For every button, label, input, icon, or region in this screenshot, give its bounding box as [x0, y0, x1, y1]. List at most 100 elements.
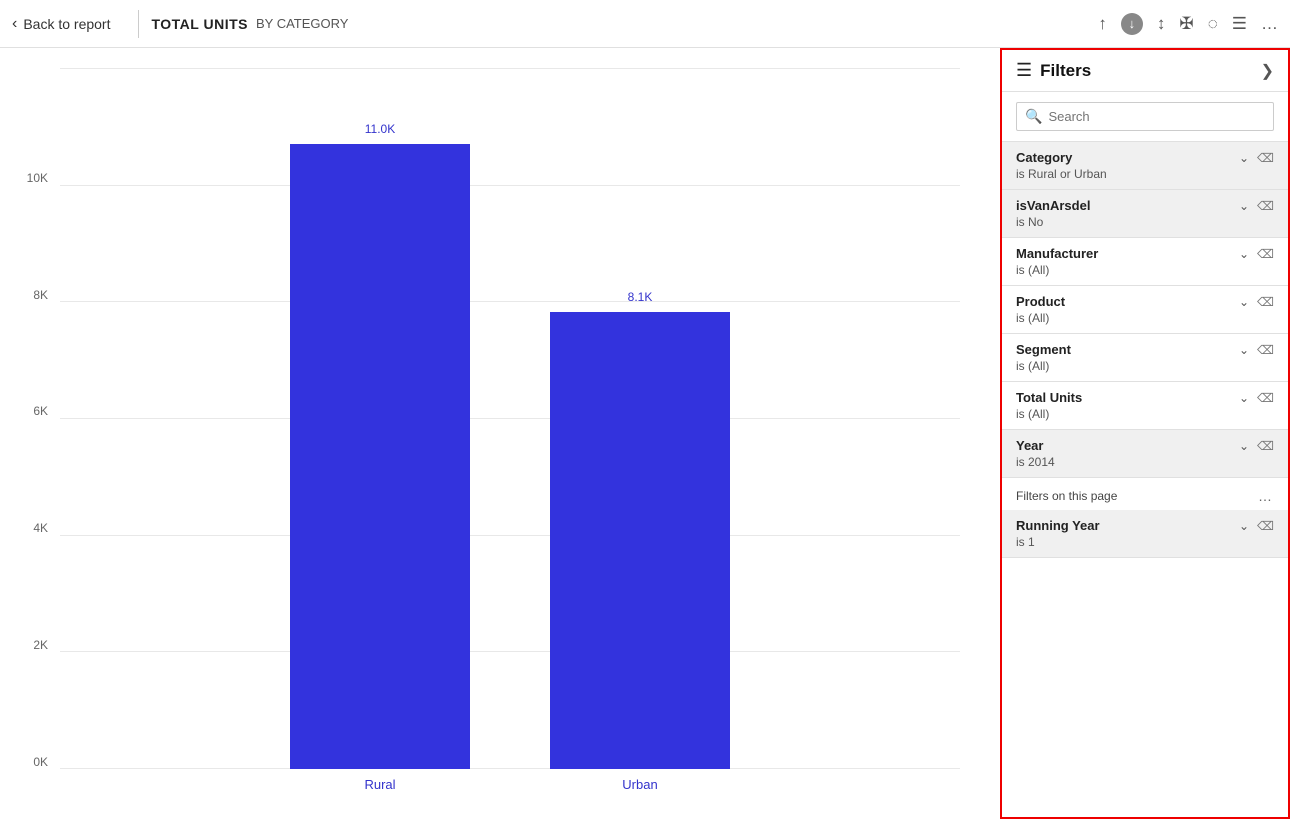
filter-category-chevron-icon[interactable]: ⌄: [1239, 151, 1249, 165]
filter-product-name: Product: [1016, 294, 1065, 309]
filter-year-actions: ⌄ ⌫: [1239, 439, 1274, 453]
filters-list: Category ⌄ ⌫ is Rural or Urban isVanArsd…: [1002, 142, 1288, 817]
sort-desc-filled-icon[interactable]: ↓: [1121, 13, 1143, 35]
filter-category-clear-icon[interactable]: ⌫: [1257, 151, 1274, 165]
filter-item-isvanarsdel[interactable]: isVanArsdel ⌄ ⌫ is No: [1002, 190, 1288, 238]
filters-on-page-section: Filters on this page …: [1002, 478, 1288, 510]
filter-product-chevron-icon[interactable]: ⌄: [1239, 295, 1249, 309]
filters-on-page-more-icon[interactable]: …: [1258, 488, 1274, 504]
page-title: TOTAL UNITS: [151, 16, 248, 32]
x-axis: Rural Urban: [60, 769, 960, 799]
filter-isvanarsdel-header: isVanArsdel ⌄ ⌫: [1016, 198, 1274, 213]
back-button[interactable]: ‹ Back to report: [12, 15, 126, 33]
main-content: 10K 8K 6K 4K 2K 0K: [0, 48, 1290, 819]
filter-product-value: is (All): [1016, 311, 1274, 325]
filter-total-units-name: Total Units: [1016, 390, 1082, 405]
x-label-rural: Rural: [290, 777, 470, 792]
filter-running-year-actions: ⌄ ⌫: [1239, 519, 1274, 533]
chart-area: 10K 8K 6K 4K 2K 0K: [0, 48, 1000, 819]
filters-title: Filters: [1040, 61, 1091, 81]
search-input[interactable]: [1048, 109, 1265, 124]
toolbar-actions: ↑ ↓ ↕ ✠ ◌ ☰ …: [1098, 13, 1278, 35]
filter-item-running-year[interactable]: Running Year ⌄ ⌫ is 1: [1002, 510, 1288, 558]
filter-category-actions: ⌄ ⌫: [1239, 151, 1274, 165]
filter-segment-name: Segment: [1016, 342, 1071, 357]
filter-manufacturer-value: is (All): [1016, 263, 1274, 277]
bars-container: 11.0K 8.1K: [60, 68, 960, 769]
page-subtitle: BY CATEGORY: [256, 16, 348, 31]
chevron-left-icon: ‹: [12, 15, 17, 33]
filter-category-name: Category: [1016, 150, 1072, 165]
filter-running-year-clear-icon[interactable]: ⌫: [1257, 519, 1274, 533]
filter-year-clear-icon[interactable]: ⌫: [1257, 439, 1274, 453]
filter-manufacturer-clear-icon[interactable]: ⌫: [1257, 247, 1274, 261]
filter-manufacturer-header: Manufacturer ⌄ ⌫: [1016, 246, 1274, 261]
filters-on-page-label: Filters on this page: [1016, 489, 1117, 503]
filter-running-year-value: is 1: [1016, 535, 1274, 549]
filter-year-value: is 2014: [1016, 455, 1274, 469]
search-icon: 🔍: [1025, 108, 1042, 125]
y-label-0k: 0K: [33, 755, 48, 769]
x-label-urban: Urban: [550, 777, 730, 792]
sort-asc-icon[interactable]: ↑: [1098, 14, 1107, 34]
filters-header: ☰ Filters ❯: [1002, 50, 1288, 92]
filter-year-header: Year ⌄ ⌫: [1016, 438, 1274, 453]
filter-isvanarsdel-actions: ⌄ ⌫: [1239, 199, 1274, 213]
filter-item-category[interactable]: Category ⌄ ⌫ is Rural or Urban: [1002, 142, 1288, 190]
filter-isvanarsdel-name: isVanArsdel: [1016, 198, 1090, 213]
filter-item-manufacturer[interactable]: Manufacturer ⌄ ⌫ is (All): [1002, 238, 1288, 286]
filter-total-units-value: is (All): [1016, 407, 1274, 421]
filter-category-header: Category ⌄ ⌫: [1016, 150, 1274, 165]
bookmark-icon[interactable]: ◌: [1208, 14, 1218, 34]
filters-search: 🔍: [1002, 92, 1288, 142]
filter-segment-actions: ⌄ ⌫: [1239, 343, 1274, 357]
bar-value-urban: 8.1K: [628, 290, 653, 304]
filter-item-year[interactable]: Year ⌄ ⌫ is 2014: [1002, 430, 1288, 478]
filter-total-units-chevron-icon[interactable]: ⌄: [1239, 391, 1249, 405]
filter-header-icon: ☰: [1016, 60, 1032, 81]
filter-year-name: Year: [1016, 438, 1043, 453]
bar-urban[interactable]: [550, 312, 730, 769]
filter-isvanarsdel-clear-icon[interactable]: ⌫: [1257, 199, 1274, 213]
filter-product-header: Product ⌄ ⌫: [1016, 294, 1274, 309]
filters-collapse-button[interactable]: ❯: [1261, 61, 1274, 81]
filter-manufacturer-name: Manufacturer: [1016, 246, 1098, 261]
filter-product-clear-icon[interactable]: ⌫: [1257, 295, 1274, 309]
filter-segment-chevron-icon[interactable]: ⌄: [1239, 343, 1249, 357]
bar-value-rural: 11.0K: [365, 122, 395, 136]
filters-search-box[interactable]: 🔍: [1016, 102, 1274, 131]
filter-segment-header: Segment ⌄ ⌫: [1016, 342, 1274, 357]
filter-running-year-name: Running Year: [1016, 518, 1100, 533]
y-label-8k: 8K: [33, 288, 48, 302]
toolbar: ‹ Back to report TOTAL UNITS BY CATEGORY…: [0, 0, 1290, 48]
filter-total-units-header: Total Units ⌄ ⌫: [1016, 390, 1274, 405]
filter-isvanarsdel-value: is No: [1016, 215, 1274, 229]
bar-rural[interactable]: [290, 144, 470, 769]
filter-running-year-header: Running Year ⌄ ⌫: [1016, 518, 1274, 533]
filter-segment-clear-icon[interactable]: ⌫: [1257, 343, 1274, 357]
back-label: Back to report: [23, 16, 110, 32]
filter-total-units-clear-icon[interactable]: ⌫: [1257, 391, 1274, 405]
more-options-icon[interactable]: …: [1261, 14, 1278, 34]
filter-list-icon[interactable]: ☰: [1232, 14, 1247, 34]
filter-total-units-actions: ⌄ ⌫: [1239, 391, 1274, 405]
filter-item-segment[interactable]: Segment ⌄ ⌫ is (All): [1002, 334, 1288, 382]
chart-wrapper: 10K 8K 6K 4K 2K 0K: [20, 68, 960, 799]
filter-isvanarsdel-chevron-icon[interactable]: ⌄: [1239, 199, 1249, 213]
filter-year-chevron-icon[interactable]: ⌄: [1239, 439, 1249, 453]
chart-plot: 11.0K 8.1K Rural Urban: [60, 68, 960, 799]
split-icon[interactable]: ✠: [1179, 14, 1193, 34]
filter-item-product[interactable]: Product ⌄ ⌫ is (All): [1002, 286, 1288, 334]
bar-group-urban: 8.1K: [550, 68, 730, 769]
bar-group-rural: 11.0K: [290, 68, 470, 769]
filter-running-year-chevron-icon[interactable]: ⌄: [1239, 519, 1249, 533]
filter-item-total-units[interactable]: Total Units ⌄ ⌫ is (All): [1002, 382, 1288, 430]
filter-product-actions: ⌄ ⌫: [1239, 295, 1274, 309]
y-label-2k: 2K: [33, 638, 48, 652]
filters-panel: ☰ Filters ❯ 🔍 Category ⌄ ⌫: [1000, 48, 1290, 819]
y-axis: 10K 8K 6K 4K 2K 0K: [20, 68, 60, 799]
filter-manufacturer-actions: ⌄ ⌫: [1239, 247, 1274, 261]
y-label-10k: 10K: [27, 171, 48, 185]
filter-manufacturer-chevron-icon[interactable]: ⌄: [1239, 247, 1249, 261]
sort-both-icon[interactable]: ↕: [1157, 14, 1166, 34]
